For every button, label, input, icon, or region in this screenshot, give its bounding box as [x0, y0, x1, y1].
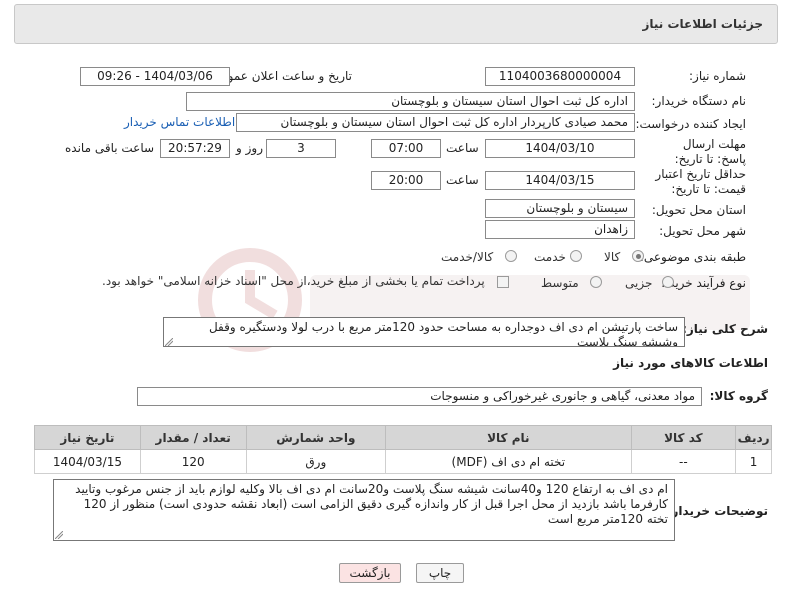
treasury-checkbox[interactable]	[497, 276, 509, 288]
need-number-label: شماره نیاز:	[689, 69, 746, 83]
goods-group-label: گروه کالا:	[709, 389, 768, 403]
goods-table: ردیف کد کالا نام کالا واحد شمارش تعداد /…	[34, 425, 772, 474]
deadline-date-field: 1404/03/10	[485, 139, 635, 158]
col-quantity: تعداد / مقدار	[139, 425, 247, 450]
category-radio-goods-service[interactable]	[505, 250, 517, 262]
city-label: شهر محل تحویل:	[659, 224, 746, 238]
col-unit: واحد شمارش	[245, 425, 387, 450]
cell-code: --	[630, 449, 737, 474]
announce-field: 1404/03/06 - 09:26	[80, 67, 230, 86]
cell-row: 1	[735, 449, 772, 474]
process-medium-text: متوسط	[541, 276, 579, 290]
category-radio-service[interactable]	[570, 250, 582, 262]
goods-table-header: ردیف کد کالا نام کالا واحد شمارش تعداد /…	[34, 425, 772, 450]
process-radio-medium[interactable]	[590, 276, 602, 288]
category-goods-text: کالا	[604, 250, 621, 264]
resize-grip-icon[interactable]	[165, 338, 173, 346]
col-name: نام کالا	[385, 425, 632, 450]
goods-group-field: مواد معدنی، گیاهی و جانوری غیرخوراکی و م…	[137, 387, 702, 406]
category-goods-service-text: کالا/خدمت	[441, 250, 494, 264]
goods-section-title: اطلاعات کالاهای مورد نیاز	[613, 356, 768, 370]
days-field: 3	[266, 139, 336, 158]
category-service-text: خدمت	[534, 250, 566, 264]
payment-note: پرداخت تمام یا بخشی از مبلغ خرید،از محل …	[102, 274, 485, 288]
resize-grip-icon[interactable]	[55, 531, 63, 539]
cell-need-date: 1404/03/15	[34, 449, 141, 474]
remaining-time-label: ساعت باقی مانده	[65, 141, 155, 155]
buyer-org-field: اداره کل ثبت احوال استان سیستان و بلوچست…	[186, 92, 635, 111]
deadline-time-field: 07:00	[371, 139, 441, 158]
deadline-time-label: ساعت	[446, 141, 479, 155]
back-button[interactable]: بازگشت	[339, 563, 401, 583]
validity-date-field: 1404/03/15	[485, 171, 635, 190]
print-button[interactable]: چاپ	[416, 563, 464, 583]
col-need-date: تاریخ نیاز	[34, 425, 141, 450]
need-number-field: 1104003680000004	[485, 67, 635, 86]
category-radio-goods[interactable]	[632, 250, 644, 262]
validity-time-label: ساعت	[446, 173, 479, 187]
validity-label: حداقل تاریخ اعتبار قیمت: تا تاریخ:	[655, 167, 746, 196]
header-panel: جزئیات اطلاعات نیاز	[14, 4, 778, 44]
cell-quantity: 120	[139, 449, 247, 474]
buyer-notes-label: توضیحات خریدار:	[666, 504, 768, 518]
contact-info-link[interactable]: اطلاعات تماس خریدار	[124, 115, 235, 129]
process-minor-text: جزیی	[625, 276, 653, 290]
creator-label: ایجاد کننده درخواست:	[635, 117, 746, 131]
province-label: استان محل تحویل:	[651, 203, 746, 217]
days-label: روز و	[236, 141, 263, 155]
col-row: ردیف	[735, 425, 772, 450]
description-label: شرح کلی نیاز:	[682, 322, 768, 336]
creator-field: محمد صیادی کارپردار اداره کل ثبت احوال ا…	[236, 113, 635, 132]
validity-time-field: 20:00	[371, 171, 441, 190]
remaining-time-field: 20:57:29	[160, 139, 230, 158]
cell-name: تخته ام دی اف (MDF)	[385, 449, 632, 474]
description-textarea[interactable]: ساخت پارتیشن ام دی اف دوجداره به مساحت ح…	[163, 317, 685, 347]
panel-title: جزئیات اطلاعات نیاز	[642, 17, 763, 31]
deadline-label: مهلت ارسال پاسخ: تا تاریخ:	[674, 137, 746, 166]
category-label: طبقه بندی موضوعی:	[639, 250, 746, 264]
province-field: سیستان و بلوچستان	[485, 199, 635, 218]
col-code: کد کالا	[630, 425, 737, 450]
process-radio-minor[interactable]	[662, 276, 674, 288]
buyer-org-label: نام دستگاه خریدار:	[651, 94, 747, 108]
table-row: 1 -- تخته ام دی اف (MDF) ورق 120 1404/03…	[34, 449, 772, 474]
cell-unit: ورق	[245, 449, 387, 474]
city-field: زاهدان	[485, 220, 635, 239]
buyer-notes-textarea[interactable]: ام دی اف به ارتفاع 120 و40سانت شیشه سنگ …	[53, 479, 675, 541]
